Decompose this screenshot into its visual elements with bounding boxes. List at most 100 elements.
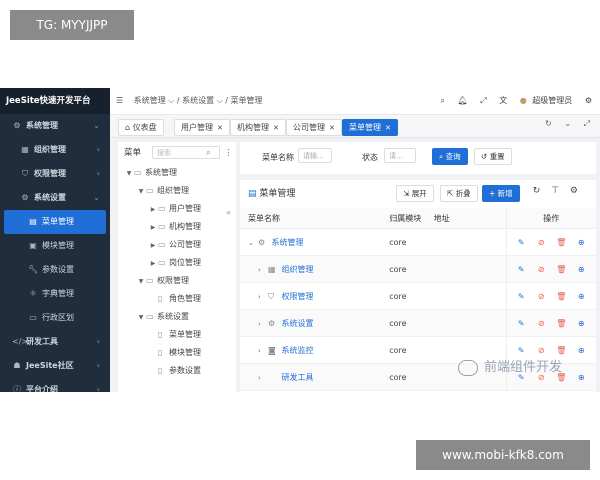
add-button[interactable]: + 新增 — [482, 185, 520, 202]
sidebar-item[interactable]: ⚛ 字典管理 — [0, 282, 110, 306]
tree-node[interactable]: ▯ 菜单管理 — [118, 326, 236, 344]
delete-icon[interactable]: 🗑︎ — [551, 265, 571, 274]
close-icon[interactable]: ✕ — [329, 124, 335, 132]
edit-icon[interactable]: ✎ — [511, 238, 531, 247]
chevron-down-icon[interactable]: ⌄ — [248, 239, 258, 247]
disable-icon[interactable]: ⊘ — [531, 346, 551, 355]
table-row[interactable]: › ⚙ 系统设置 core ✎ ⊘ 🗑︎ ⊕ — [240, 309, 596, 337]
bell-icon[interactable]: 🔔︎ — [458, 96, 468, 105]
menu-name-link[interactable]: 组织管理 — [282, 265, 314, 274]
expand-icon[interactable]: ⤢ — [584, 119, 590, 128]
tab-menu-management[interactable]: 菜单管理 ✕ — [342, 119, 398, 136]
menu-name-link[interactable]: 权限管理 — [282, 292, 314, 301]
expand-button[interactable]: ⇲ 展开 — [396, 185, 434, 202]
sidebar-item[interactable]: ⓘ 平台介绍 ‹ — [0, 378, 110, 392]
tree-node[interactable]: ▶ ▭ 机构管理 — [118, 218, 236, 236]
breadcrumb-item[interactable]: 系统设置 — [182, 96, 214, 105]
table-row[interactable]: › ▦ 组织管理 core ✎ ⊘ 🗑︎ ⊕ — [240, 255, 596, 283]
breadcrumb-item[interactable]: 系统管理 — [134, 96, 166, 105]
tab-org-management[interactable]: 机构管理 ✕ — [230, 119, 286, 136]
chevron-right-icon[interactable]: › — [258, 320, 268, 328]
tab-dashboard[interactable]: ⌂ 仪表盘 — [118, 119, 164, 136]
settings-icon[interactable]: ⚙ — [585, 96, 592, 105]
tree-node[interactable]: ▼ ▭ 组织管理 — [118, 182, 236, 200]
caret-right-icon[interactable]: ▶ — [148, 219, 158, 237]
menu-name-link[interactable]: 系统监控 — [282, 346, 314, 355]
chevron-right-icon[interactable]: › — [258, 347, 268, 355]
caret-right-icon[interactable]: ▶ — [148, 255, 158, 273]
disable-icon[interactable]: ⊘ — [531, 292, 551, 301]
close-icon[interactable]: ✕ — [217, 124, 223, 132]
reset-button[interactable]: ↺ 重置 — [474, 148, 512, 165]
edit-icon[interactable]: ✎ — [511, 319, 531, 328]
delete-icon[interactable]: 🗑︎ — [551, 319, 571, 328]
add-child-icon[interactable]: ⊕ — [571, 346, 591, 355]
sidebar-item[interactable]: ⛉ 权限管理 ‹ — [0, 162, 110, 186]
chevron-right-icon[interactable]: › — [258, 374, 268, 382]
menu-name-link[interactable]: 研发工具 — [282, 373, 314, 382]
fullscreen-icon[interactable]: ⤢ — [480, 96, 486, 105]
tree-node[interactable]: ▯ 角色管理 — [118, 290, 236, 308]
collapse-panel-icon[interactable]: « — [226, 208, 231, 217]
tab-user-management[interactable]: 用户管理 ✕ — [174, 119, 230, 136]
sidebar-item[interactable]: 🔧︎ 参数设置 — [0, 258, 110, 282]
tab-company-management[interactable]: 公司管理 ✕ — [286, 119, 342, 136]
tree-node[interactable]: ▶ ▭ 公司管理 — [118, 236, 236, 254]
add-child-icon[interactable]: ⊕ — [571, 373, 591, 382]
settings-icon[interactable]: ⚙ — [570, 186, 578, 196]
user-name[interactable]: 超级管理员 — [532, 96, 572, 105]
caret-down-icon[interactable]: ▼ — [136, 183, 146, 201]
add-child-icon[interactable]: ⊕ — [571, 319, 591, 328]
disable-icon[interactable]: ⊘ — [531, 238, 551, 247]
disable-icon[interactable]: ⊘ — [531, 265, 551, 274]
search-icon[interactable]: ⌕ — [206, 142, 211, 164]
add-child-icon[interactable]: ⊕ — [571, 292, 591, 301]
chevron-down-icon[interactable]: ⌄ — [564, 119, 571, 128]
menu-name-link[interactable]: 系统管理 — [272, 238, 304, 247]
status-select[interactable]: 请... — [384, 148, 416, 163]
column-height-icon[interactable]: ⊤ — [551, 186, 559, 196]
translate-icon[interactable]: 文 — [499, 96, 507, 105]
more-icon[interactable]: ⋮ — [224, 142, 233, 164]
column-header-name[interactable]: 菜单名称 — [240, 208, 390, 229]
close-icon[interactable]: ✕ — [273, 124, 279, 132]
table-row[interactable]: › ⛉ 权限管理 core ✎ ⊘ 🗑︎ ⊕ — [240, 282, 596, 310]
menu-name-input[interactable]: 请输... — [298, 148, 332, 163]
caret-down-icon[interactable]: ▼ — [124, 165, 134, 183]
caret-right-icon[interactable]: ▶ — [148, 201, 158, 219]
delete-icon[interactable]: 🗑︎ — [551, 292, 571, 301]
query-button[interactable]: ⌕ 查询 — [432, 148, 468, 165]
add-child-icon[interactable]: ⊕ — [571, 265, 591, 274]
chevron-right-icon[interactable]: › — [258, 293, 268, 301]
sidebar-item[interactable]: ⚙ 系统设置 ⌄ — [0, 186, 110, 210]
caret-down-icon[interactable]: ▼ — [136, 309, 146, 327]
sidebar-item[interactable]: ▦ 组织管理 ‹ — [0, 138, 110, 162]
edit-icon[interactable]: ✎ — [511, 265, 531, 274]
sidebar-item[interactable]: ▣ 模块管理 — [0, 234, 110, 258]
tree-node[interactable]: ▼ ▭ 权限管理 — [118, 272, 236, 290]
close-icon[interactable]: ✕ — [385, 124, 391, 132]
menu-toggle-icon[interactable]: ☰ — [116, 96, 123, 105]
edit-icon[interactable]: ✎ — [511, 346, 531, 355]
edit-icon[interactable]: ✎ — [511, 292, 531, 301]
chevron-right-icon[interactable]: › — [258, 266, 268, 274]
collapse-button[interactable]: ⇱ 折叠 — [440, 185, 478, 202]
tree-node[interactable]: ▶ ▭ 岗位管理 — [118, 254, 236, 272]
caret-right-icon[interactable]: ▶ — [148, 237, 158, 255]
column-header-module[interactable]: 归属模块 — [389, 208, 434, 229]
tree-node[interactable]: ▶ ▭ 用户管理 — [118, 200, 236, 218]
table-row[interactable]: ⌄ ⚙ 系统管理 core ✎ ⊘ 🗑︎ ⊕ — [240, 228, 596, 256]
menu-name-link[interactable]: 系统设置 — [282, 319, 314, 328]
delete-icon[interactable]: 🗑︎ — [551, 238, 571, 247]
tree-node[interactable]: ▯ 参数设置 — [118, 362, 236, 380]
tree-node[interactable]: ▼ ▭ 系统设置 — [118, 308, 236, 326]
sidebar-item[interactable]: ☗ JeeSite社区 ‹ — [0, 354, 110, 378]
tree-node[interactable]: ▼ ▭ 系统管理 — [118, 164, 236, 182]
refresh-icon[interactable]: ↻ — [545, 119, 552, 128]
sidebar-item[interactable]: ▭ 行政区划 — [0, 306, 110, 330]
sidebar-item[interactable]: </>研发工具 ‹ — [0, 330, 110, 354]
column-header-address[interactable]: 地址 — [433, 208, 507, 229]
tree-node[interactable]: ▯ 模块管理 — [118, 344, 236, 362]
refresh-icon[interactable]: ↻ — [533, 186, 541, 196]
search-icon[interactable]: ⌕ — [441, 96, 445, 105]
